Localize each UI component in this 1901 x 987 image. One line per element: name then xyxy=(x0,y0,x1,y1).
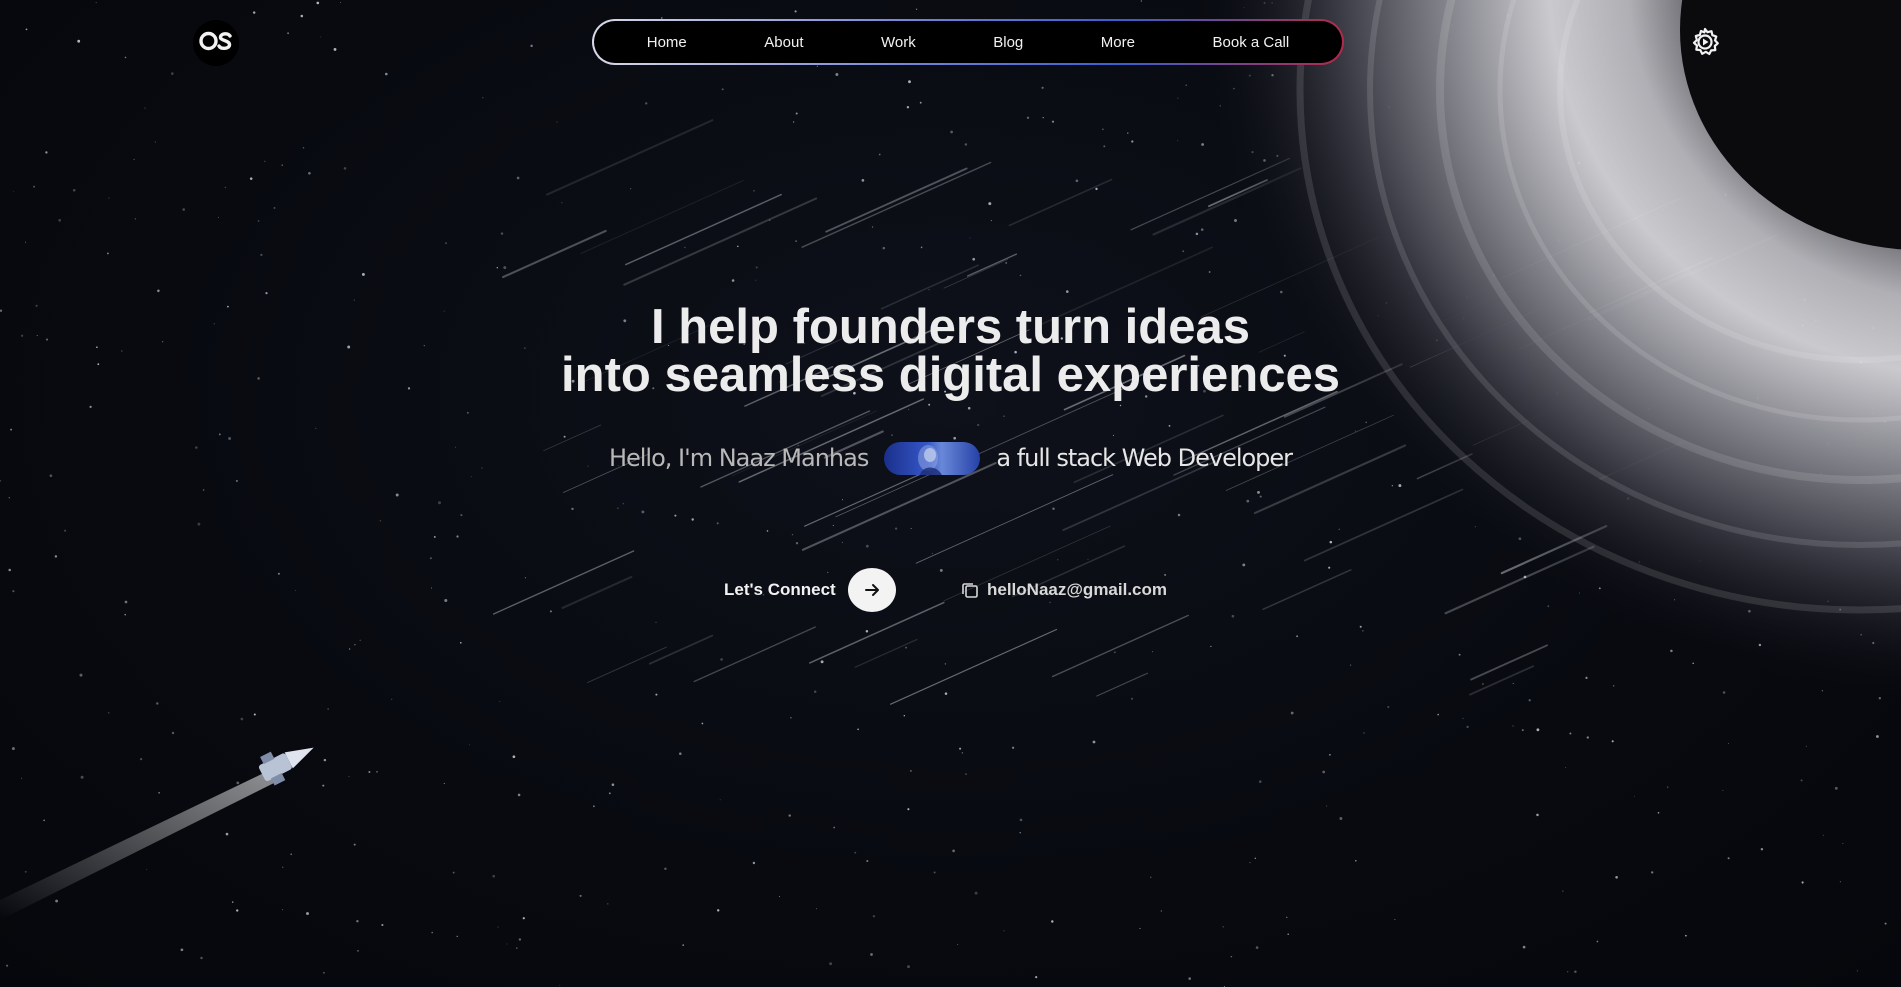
nav-item-home[interactable]: Home xyxy=(637,28,697,57)
copy-icon xyxy=(962,583,978,598)
nav-item-book-a-call[interactable]: Book a Call xyxy=(1203,28,1300,57)
gear-icon xyxy=(1692,27,1719,56)
hero-title-line-1: I help founders turn ideas xyxy=(651,300,1250,354)
nav-item-blog[interactable]: Blog xyxy=(983,28,1033,57)
nav-item-work[interactable]: Work xyxy=(871,28,926,57)
logo-icon xyxy=(199,30,233,57)
hero-title: I help founders turn ideas into seamless… xyxy=(0,300,1901,402)
nav-item-more[interactable]: More xyxy=(1091,28,1145,57)
copy-email-button[interactable]: helloNaaz@gmail.com xyxy=(961,578,1167,602)
intro-line: Hello, I'm Naaz Manhas a full stack Web … xyxy=(0,440,1901,476)
intro-role: a full stack Web Developer xyxy=(996,444,1293,472)
hero-title-line-2: into seamless digital experiences xyxy=(561,348,1340,402)
avatar xyxy=(884,441,981,475)
vortex-illustration xyxy=(1120,0,1901,770)
intro-greeting: Hello, I'm Naaz Manhas xyxy=(608,444,869,472)
logo[interactable] xyxy=(193,20,239,66)
main-navbar: Home About Work Blog More Book a Call xyxy=(592,19,1344,65)
nav-item-about[interactable]: About xyxy=(754,28,813,57)
email-address: helloNaaz@gmail.com xyxy=(987,580,1168,599)
arrow-right-icon xyxy=(847,568,896,612)
lets-connect-label: Let's Connect xyxy=(724,580,836,599)
landing-page: Home About Work Blog More Book a Call I … xyxy=(0,0,1901,987)
navbar-inner: Home About Work Blog More Book a Call xyxy=(594,21,1342,63)
lets-connect-button[interactable]: Let's Connect xyxy=(724,568,896,612)
settings-button[interactable] xyxy=(1689,26,1721,58)
rocket-illustration xyxy=(0,747,314,920)
